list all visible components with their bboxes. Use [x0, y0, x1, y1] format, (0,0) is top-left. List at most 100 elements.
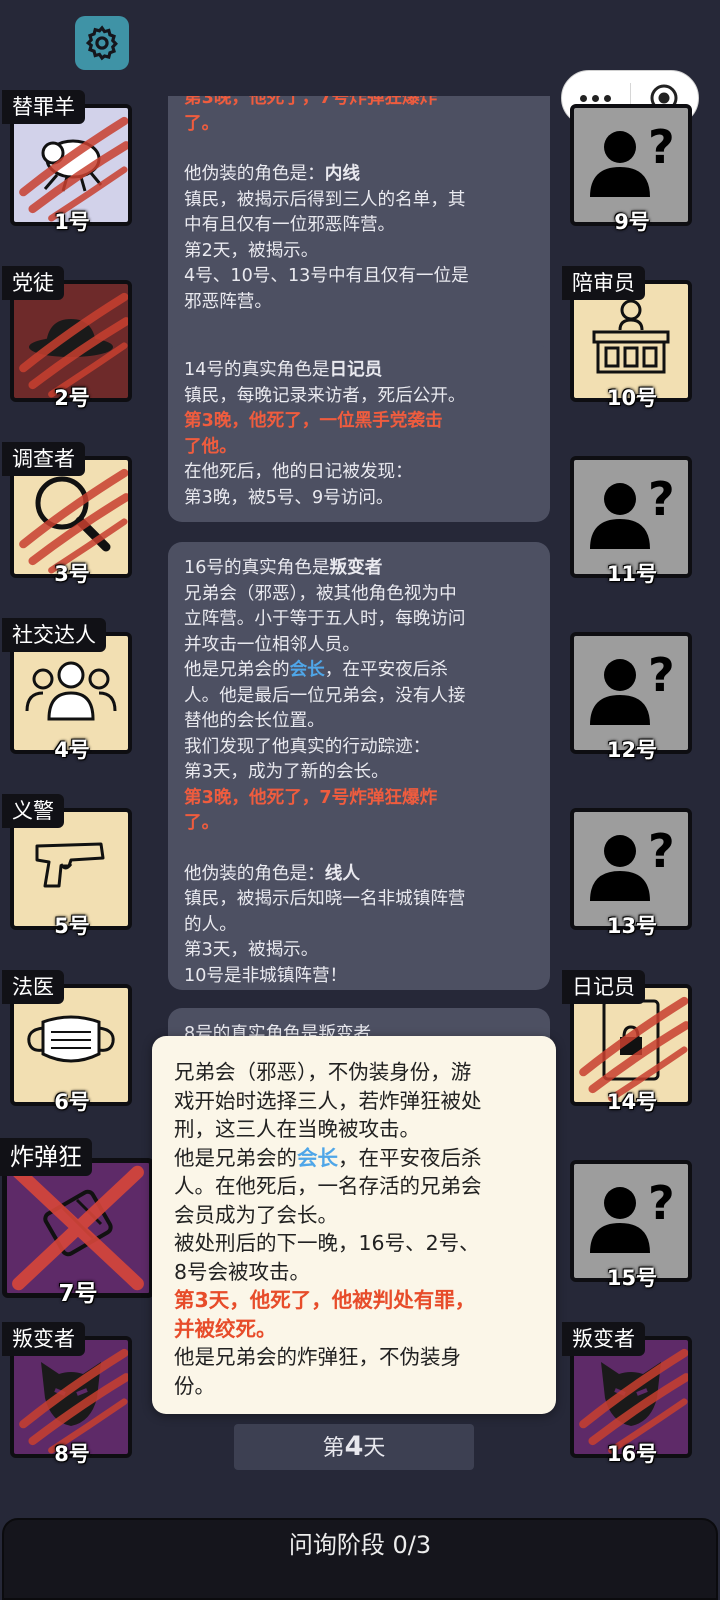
- svg-text:?: ?: [648, 473, 675, 526]
- player-slot-2[interactable]: 党徒 2号: [2, 266, 142, 412]
- death-line: 了。: [184, 113, 220, 134]
- player-slot-3[interactable]: 调查者 3号: [2, 442, 142, 588]
- death-line: 了他。: [184, 436, 237, 457]
- log-line: 镇民，被揭示后得到三人的名单，其: [184, 189, 466, 210]
- player-slot-4[interactable]: 社交达人 4号: [2, 618, 142, 764]
- jury-icon: [592, 299, 670, 374]
- player-number: 13号: [606, 914, 658, 938]
- claw-mark-icon: [19, 1348, 128, 1454]
- player-number: 16号: [606, 1442, 658, 1466]
- svg-text:?: ?: [648, 1177, 675, 1230]
- popup-line: 刑，这三人在当晚被攻击。: [174, 1117, 420, 1141]
- death-line: 并被绞死。: [174, 1316, 277, 1341]
- player-slot-15[interactable]: ? 15号: [562, 1152, 702, 1292]
- log-line: 第3天，被揭示。: [184, 940, 319, 960]
- claw-mark-icon: [19, 468, 128, 574]
- role-tag: 法医: [2, 970, 64, 1004]
- popup-line: 份。: [174, 1373, 215, 1398]
- log-line: 4号、10号、13号中有且仅有一位是: [184, 266, 469, 286]
- popup-line: 8号会被攻击。: [174, 1259, 311, 1284]
- log-line: 并攻击一位相邻人员。: [184, 634, 360, 655]
- day-number: 4: [344, 1431, 364, 1462]
- death-line: 第3晚，他死了，7号炸弹狂爆炸: [184, 787, 438, 808]
- disguise-line: 他伪装的角色是：内线: [184, 164, 360, 184]
- log-line: 第3晚，被5号、9号访问。: [184, 487, 394, 508]
- phase-label: 问询阶段 0/3: [288, 1531, 432, 1559]
- player-number: 2号: [54, 386, 90, 410]
- svg-text:?: ?: [648, 121, 675, 174]
- death-line: 了。: [184, 813, 220, 833]
- player-slot-5[interactable]: 义警 5号: [2, 794, 142, 940]
- settings-button[interactable]: [75, 16, 129, 70]
- day-suffix: 天: [363, 1436, 386, 1461]
- popup-line: 他是兄弟会的炸弹狂，不伪装身: [174, 1345, 461, 1369]
- death-line: 第3晚，他死了，一位黑手党袭击: [184, 411, 443, 431]
- popup-line: 兄弟会（邪恶），不伪装身份，游: [174, 1060, 472, 1084]
- gear-icon: [85, 25, 118, 61]
- log-card: 14号的真实角色是日记员 镇民，每晚记录来访者，死后公开。 第3晚，他死了，一位…: [168, 344, 550, 522]
- player-number: 5号: [54, 914, 90, 938]
- log-line: 邪恶阵营。: [184, 291, 272, 312]
- log-line: 他是兄弟会的会长，在平安夜后杀: [184, 660, 448, 680]
- claw-mark-icon: [19, 292, 128, 398]
- popup-line: 被处刑后的下一晚，16号、2号、: [174, 1231, 480, 1255]
- player-number: 14号: [606, 1090, 658, 1114]
- player-number: 9号: [614, 210, 650, 234]
- player-number: 4号: [54, 738, 90, 762]
- popup-line: 戏开始时选择三人，若炸弹狂被处: [174, 1088, 482, 1113]
- unknown-person-icon: ?: [590, 1177, 675, 1254]
- player-slot-12[interactable]: ? 12号: [562, 624, 702, 764]
- popup-line: 人。在他死后，一名存活的兄弟会: [174, 1174, 482, 1198]
- phase-bar[interactable]: 问询阶段 0/3: [2, 1518, 718, 1600]
- pistol-icon: [35, 842, 105, 888]
- death-line: 第3晚，他死了，7号炸弹狂爆炸: [184, 96, 438, 108]
- player-slot-6[interactable]: 法医 6号: [2, 970, 142, 1116]
- player-number: 15号: [606, 1266, 658, 1290]
- role-detail-popup[interactable]: 兄弟会（邪恶），不伪装身份，游 戏开始时选择三人，若炸弹狂被处 刑，这三人在当晚…: [152, 1036, 556, 1414]
- log-line: 第3天，成为了新的会长。: [184, 762, 389, 782]
- player-number: 11号: [606, 562, 658, 586]
- player-number: 7号: [58, 1281, 98, 1307]
- player-slot-7[interactable]: 炸弹狂 7号: [0, 1138, 156, 1307]
- claw-mark-icon: [579, 1348, 688, 1454]
- svg-text:?: ?: [648, 649, 675, 702]
- unknown-person-icon: ?: [590, 473, 675, 550]
- player-slot-11[interactable]: ? 11号: [562, 448, 702, 588]
- player-slot-14[interactable]: 日记员 14号: [562, 970, 702, 1116]
- claw-mark-icon: [579, 996, 688, 1102]
- claw-mark-icon: [19, 116, 128, 222]
- unknown-person-icon: ?: [590, 121, 675, 198]
- player-slot-16[interactable]: 叛变者 16号: [562, 1322, 702, 1468]
- player-number: 1号: [54, 210, 90, 234]
- log-line: 的人。: [184, 914, 237, 935]
- player-number: 12号: [606, 738, 658, 762]
- crowd-icon: [25, 661, 117, 721]
- role-tag: 陪审员: [562, 266, 645, 300]
- log-line: 我们发现了他真实的行动踪迹：: [184, 736, 431, 757]
- popup-line: 会员成为了会长。: [174, 1202, 338, 1227]
- player-slot-10[interactable]: 陪审员 10号: [562, 266, 702, 412]
- unknown-person-icon: ?: [590, 825, 675, 902]
- log-line: 兄弟会（邪恶），被其他角色视为中: [184, 583, 457, 604]
- player-slot-9[interactable]: ? 9号: [562, 96, 702, 236]
- role-tag: 调查者: [2, 442, 85, 476]
- log-line: 镇民，每晚记录来访者，死后公开。: [184, 385, 466, 406]
- day-indicator[interactable]: 第4天: [234, 1424, 474, 1470]
- day-prefix: 第: [322, 1436, 345, 1461]
- role-tag: 叛变者: [562, 1322, 645, 1356]
- player-number: 8号: [54, 1442, 90, 1466]
- log-line: 第2天，被揭示。: [184, 240, 319, 261]
- log-line: 10号是非城镇阵营！: [184, 965, 348, 986]
- player-number: 3号: [54, 562, 90, 586]
- log-line: 替他的会长位置。: [184, 711, 325, 731]
- role-reveal-line: 16号的真实角色是叛变者: [184, 558, 383, 578]
- role-tag: 党徒: [2, 266, 64, 300]
- player-slot-8[interactable]: 叛变者 8号: [2, 1322, 142, 1468]
- role-tag: 社交达人: [2, 618, 106, 652]
- unknown-person-icon: ?: [590, 649, 675, 726]
- disguise-line: 他伪装的角色是：线人: [184, 863, 360, 884]
- player-slot-1[interactable]: 替罪羊 1号: [2, 90, 142, 236]
- popup-line: 他是兄弟会的会长，在平安夜后杀: [174, 1145, 482, 1170]
- player-number: 6号: [54, 1090, 90, 1114]
- player-slot-13[interactable]: ? 13号: [562, 800, 702, 940]
